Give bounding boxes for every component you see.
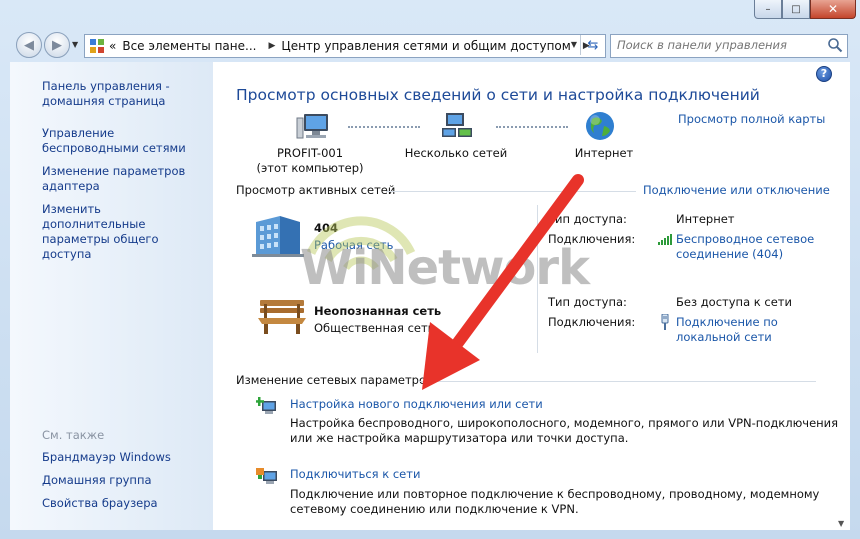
sidebar-item-internet-options[interactable]: Свойства браузера [42,496,158,511]
map-node-label: Интернет [574,146,634,160]
search-box[interactable] [610,34,848,58]
sidebar-item-advanced-sharing[interactable]: Изменить дополнительные параметры общего… [42,202,202,262]
connect-to-network-icon [256,468,277,484]
sidebar-item-firewall[interactable]: Брандмауэр Windows [42,450,171,465]
sidebar-item-homegroup[interactable]: Домашняя группа [42,473,152,488]
refresh-icon[interactable]: ⇆ [580,35,605,55]
connection-link-line: Беспроводное сетевое [676,232,815,246]
access-type-value: Без доступа к сети [676,295,792,309]
minimize-button[interactable]: – [754,0,782,19]
address-dropdown-icon[interactable]: ▼ [571,40,577,49]
search-input[interactable] [611,35,817,55]
connection-link-line: соединение (404) [676,247,784,261]
map-node-label: Несколько сетей [404,146,508,160]
map-connection-line [496,126,568,128]
wireless-connection-link[interactable]: Беспроводное сетевое соединение (404) [676,232,814,262]
map-connection-line [348,126,420,128]
page-title: Просмотр основных сведений о сети и наст… [236,86,760,104]
globe-icon [586,112,614,140]
scroll-down-icon[interactable]: ▼ [838,519,844,528]
ethernet-plug-icon [661,314,669,330]
full-map-link[interactable]: Просмотр полной карты [678,112,825,126]
window-frame: – □ ✕ ◀ ▶ ▼ « Все элементы пане... ▶ Цен… [0,0,860,539]
wireless-signal-icon [658,234,672,245]
map-node-networks[interactable]: Несколько сетей [400,146,512,161]
annotation-arrow-icon [422,174,584,390]
sidebar-item-adapter-settings[interactable]: Изменение параметров адаптера [42,164,192,194]
connection-link-line: Подключение по [676,315,778,329]
vertical-scrollbar[interactable]: ▼ [835,62,850,530]
sidebar-item-control-panel-home[interactable]: Панель управления - домашняя страница [42,79,192,109]
breadcrumb-overflow-icon[interactable]: « [109,39,116,53]
breadcrumb-all-items[interactable]: Все элементы пане... [122,39,256,53]
public-network-bench-icon [258,300,306,334]
map-node-computer[interactable]: PROFIT-001 (этот компьютер) [256,146,364,176]
back-arrow-icon[interactable]: ◀ [16,32,42,58]
control-panel-icon [90,39,104,53]
breadcrumb-network-center[interactable]: Центр управления сетями и общим доступом [281,39,570,53]
lan-connection-link[interactable]: Подключение по локальной сети [676,315,778,345]
recent-pages-dropdown-icon[interactable]: ▼ [72,40,78,49]
task-description: или же настройка маршрутизатора или точк… [290,431,629,445]
navigation-bar: ◀ ▶ ▼ « Все элементы пане... ▶ Центр упр… [0,28,860,62]
map-node-label: PROFIT-001 [276,146,344,160]
see-also-heading: См. также [42,428,105,442]
left-task-pane: Панель управления - домашняя страница Уп… [10,62,213,530]
task-description: сетевому соединению или подключение к VP… [290,502,579,516]
new-connection-icon [256,397,276,414]
search-icon[interactable] [827,37,843,53]
forward-arrow-icon[interactable]: ▶ [44,32,70,58]
map-node-internet[interactable]: Интернет [562,146,646,161]
connection-link-line: локальной сети [676,330,772,344]
help-icon[interactable]: ? [816,66,832,82]
multiple-networks-icon [442,113,472,137]
address-bar[interactable]: « Все элементы пане... ▶ Центр управлени… [84,34,606,58]
work-network-building-icon [252,216,304,257]
connect-disconnect-link[interactable]: Подключение или отключение [643,183,830,197]
computer-icon [296,114,328,139]
active-networks-heading: Просмотр активных сетей [236,183,396,197]
sidebar-item-manage-wireless[interactable]: Управление беспроводными сетями [42,126,212,156]
caption-buttons: – □ ✕ [754,0,856,20]
access-type-value: Интернет [676,212,735,226]
close-button[interactable]: ✕ [810,0,856,19]
map-node-sublabel: (этот компьютер) [256,161,364,175]
connect-to-network-link[interactable]: Подключиться к сети [290,467,420,481]
breadcrumb-separator-icon[interactable]: ▶ [268,41,275,51]
task-description: Подключение или повторное подключение к … [290,487,820,501]
maximize-button[interactable]: □ [782,0,810,19]
task-description: Настройка беспроводного, широкополосного… [290,416,839,430]
